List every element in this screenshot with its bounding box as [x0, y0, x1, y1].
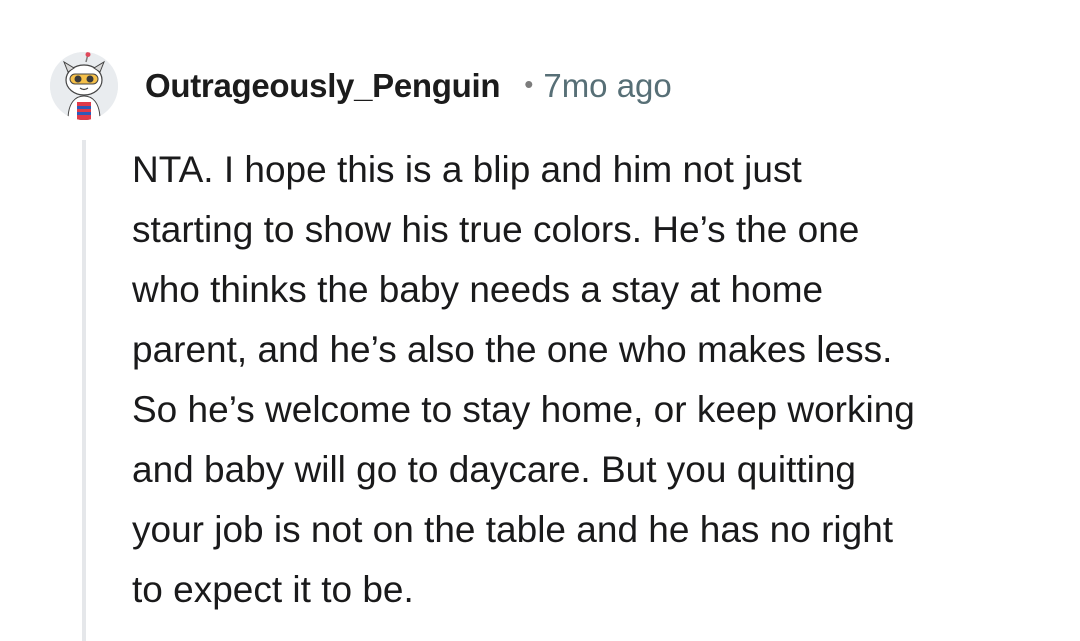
comment-body-line: who thinks the baby needs a stay at home: [132, 269, 824, 310]
comment: Outrageously_Penguin • 7mo ago NTA. I ho…: [0, 0, 1080, 641]
comment-body-line: and baby will go to daycare. But you qui…: [132, 449, 857, 490]
comment-timestamp[interactable]: 7mo ago: [543, 67, 671, 105]
thread-collapse-line[interactable]: [82, 140, 86, 641]
snoo-avatar-icon: [50, 52, 118, 120]
meta-separator: •: [524, 68, 534, 99]
comment-body-line: to expect it to be.: [132, 569, 414, 610]
comment-body-line: NTA. I hope this is a blip and him not j…: [132, 149, 802, 190]
comment-body-line: your job is not on the table and he has …: [132, 509, 894, 550]
comment-body-line: starting to show his true colors. He’s t…: [132, 209, 860, 250]
comment-header: Outrageously_Penguin • 7mo ago: [145, 62, 672, 110]
comment-body: NTA. I hope this is a blip and him not j…: [132, 140, 1032, 620]
comment-body-line: So he’s welcome to stay home, or keep wo…: [132, 389, 915, 430]
avatar[interactable]: [50, 52, 118, 120]
author-username[interactable]: Outrageously_Penguin: [145, 67, 501, 105]
comment-body-line: parent, and he’s also the one who makes …: [132, 329, 893, 370]
